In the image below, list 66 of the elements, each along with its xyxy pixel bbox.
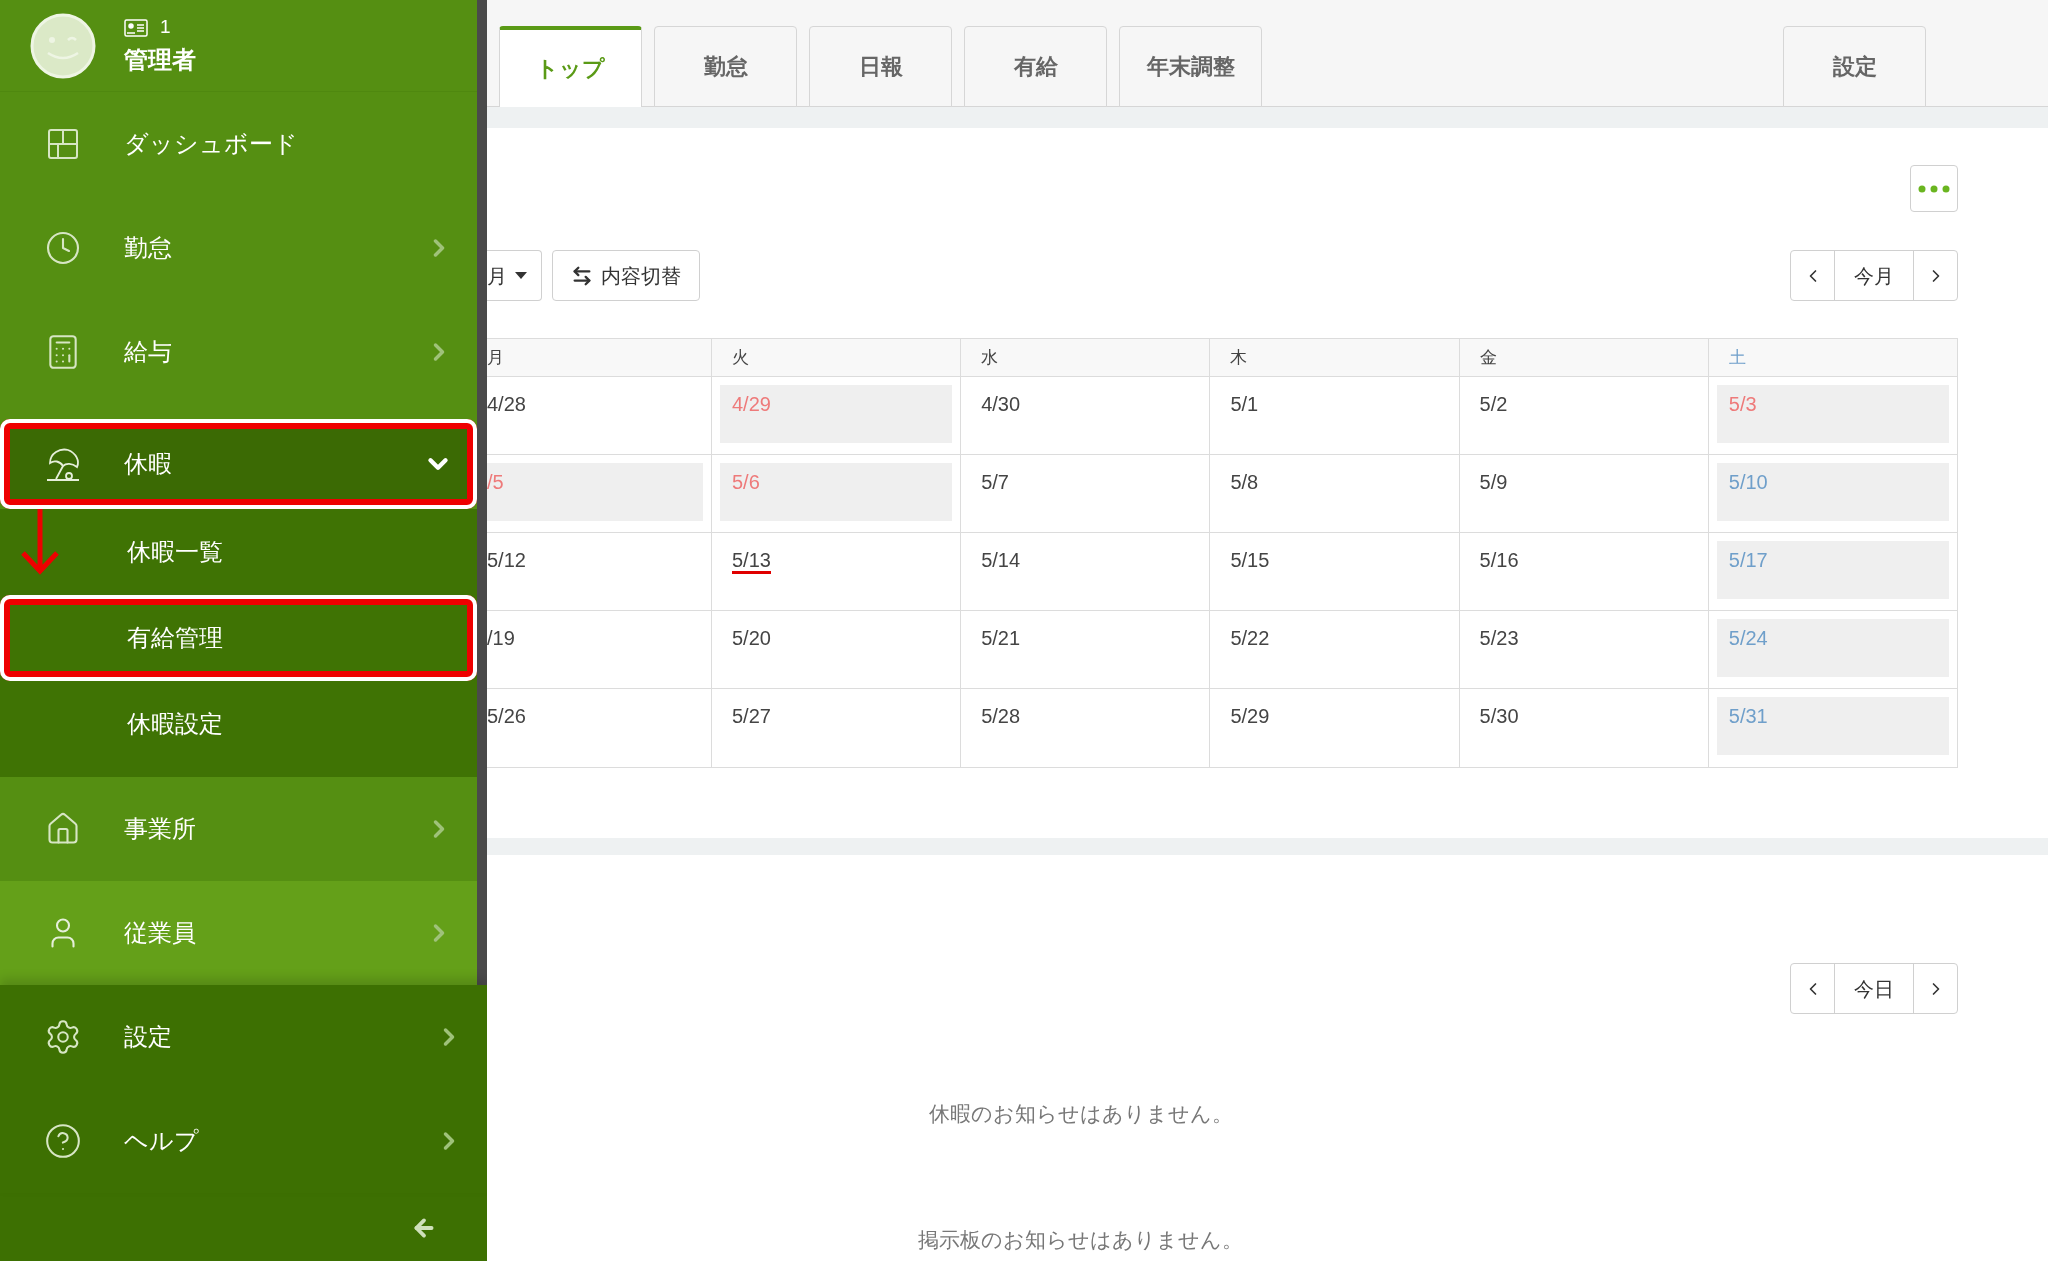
today-button[interactable]: 今月 bbox=[1835, 251, 1913, 300]
today-button[interactable]: 今日 bbox=[1835, 964, 1913, 1013]
sidebar-item-label: 給与 bbox=[124, 337, 173, 367]
weekday-header: 月 bbox=[487, 339, 711, 377]
date-cell[interactable]: 5/30 bbox=[1467, 697, 1700, 755]
notice-message: 休暇のお知らせはありません。 bbox=[928, 1101, 1233, 1127]
tab[interactable]: 年末調整 bbox=[1119, 26, 1262, 107]
date-cell[interactable]: 5/7 bbox=[969, 463, 1202, 521]
date-cell[interactable]: 5/12 bbox=[487, 541, 703, 599]
date-cell[interactable]: 5/9 bbox=[1467, 463, 1700, 521]
clock-icon bbox=[45, 230, 81, 266]
submenu-item[interactable]: 休暇設定 bbox=[0, 681, 477, 767]
weekday-header: 金 bbox=[1458, 339, 1708, 377]
date-cell[interactable]: 5/1 bbox=[1218, 385, 1451, 443]
sidebar-item[interactable]: ヘルプ bbox=[0, 1089, 487, 1193]
caret-icon bbox=[515, 271, 527, 280]
weekday-header: 木 bbox=[1209, 339, 1459, 377]
sidebar-item-label: ダッシュボード bbox=[124, 129, 299, 159]
date-cell[interactable]: 5/13 bbox=[720, 541, 953, 599]
tab[interactable]: 設定 bbox=[1783, 26, 1926, 107]
house-icon bbox=[45, 811, 81, 847]
scrollbar[interactable] bbox=[477, 0, 487, 985]
date-cell[interactable]: /19 bbox=[487, 619, 703, 677]
date-cell[interactable]: 5/20 bbox=[720, 619, 953, 677]
date-cell[interactable]: 5/27 bbox=[720, 697, 953, 755]
more-button[interactable] bbox=[1910, 165, 1958, 212]
weekday-header: 土 bbox=[1707, 339, 1957, 377]
sidebar-item-label: 休暇 bbox=[124, 449, 173, 479]
date-cell[interactable]: 5/15 bbox=[1218, 541, 1451, 599]
date-cell[interactable]: 4/28 bbox=[487, 385, 703, 443]
tab[interactable]: 有給 bbox=[964, 26, 1107, 107]
date-cell[interactable]: 5/26 bbox=[487, 697, 703, 755]
weekday-header: 火 bbox=[711, 339, 961, 377]
date-cell[interactable]: 5/29 bbox=[1218, 697, 1451, 755]
date-cell[interactable]: 5/21 bbox=[969, 619, 1202, 677]
date-cell[interactable]: 5/16 bbox=[1467, 541, 1700, 599]
id-card-icon bbox=[124, 18, 148, 37]
tab[interactable]: 勤怠 bbox=[654, 26, 797, 107]
date-cell[interactable]: 5/22 bbox=[1218, 619, 1451, 677]
sidebar-item-label: 勤怠 bbox=[124, 233, 173, 263]
toggle-content-button[interactable]: 内容切替 bbox=[552, 250, 700, 301]
date-cell[interactable]: 5/2 bbox=[1467, 385, 1700, 443]
more-icon bbox=[1918, 184, 1950, 193]
sidebar-item-label: 設定 bbox=[124, 1022, 173, 1052]
date-cell[interactable]: 5/23 bbox=[1467, 619, 1700, 677]
dashboard-icon bbox=[46, 127, 80, 161]
sidebar-item-label: 従業員 bbox=[124, 918, 197, 948]
sidebar-item[interactable]: 設定 bbox=[0, 985, 487, 1089]
date-cell[interactable]: 5/8 bbox=[1218, 463, 1451, 521]
date-cell[interactable]: 5/28 bbox=[969, 697, 1202, 755]
view-dropdown[interactable]: 月 bbox=[487, 250, 542, 301]
sidebar-item-label: 事業所 bbox=[124, 814, 197, 844]
user-name: 管理者 bbox=[124, 44, 196, 75]
date-cell[interactable]: 4/30 bbox=[969, 385, 1202, 443]
tab[interactable]: 日報 bbox=[809, 26, 952, 107]
user-id: 1 bbox=[160, 15, 171, 40]
sidebar-item[interactable]: 休暇 bbox=[0, 419, 477, 509]
swap-icon bbox=[571, 264, 593, 287]
date-cell[interactable]: 5/14 bbox=[969, 541, 1202, 599]
submenu-item[interactable]: 休暇一覧 bbox=[0, 509, 477, 595]
help-icon bbox=[44, 1122, 82, 1160]
weekday-header: 水 bbox=[960, 339, 1210, 377]
avatar-icon bbox=[30, 12, 96, 79]
submenu-item[interactable]: 有給管理 bbox=[0, 595, 477, 681]
sidebar-item-label: ヘルプ bbox=[124, 1126, 200, 1156]
notice-message: 掲示板のお知らせはありません。 bbox=[918, 1226, 1243, 1253]
